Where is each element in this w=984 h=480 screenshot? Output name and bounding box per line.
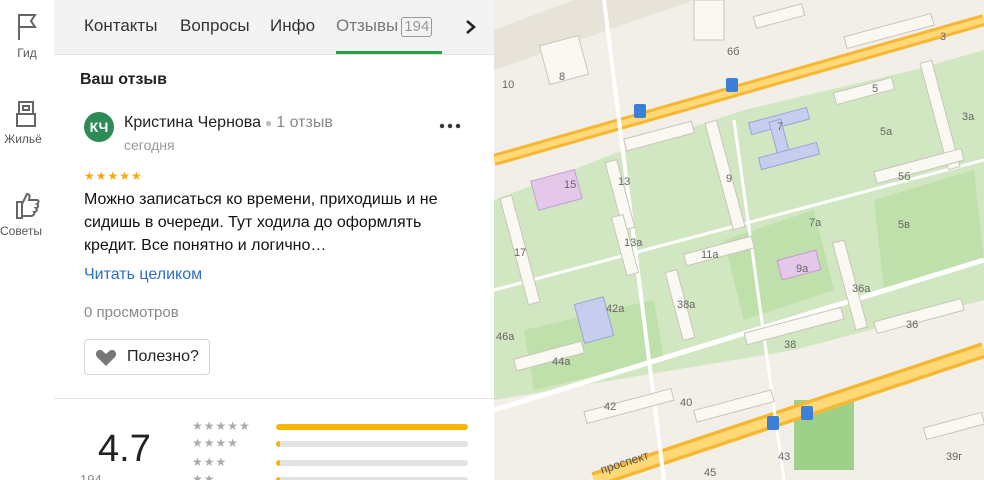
rating-bar-5-stars: ★★★★★ [192, 419, 251, 433]
rating-bar-4-fill [276, 441, 280, 447]
map-label: 3 [940, 31, 946, 43]
rail-label-tips: Советы [0, 224, 42, 238]
map-label: 9а [796, 263, 809, 275]
map-label: 36 [906, 319, 918, 331]
rail-item-housing[interactable]: Жильё [0, 96, 54, 146]
map-label: 38а [677, 299, 696, 311]
map-label: 36а [852, 283, 871, 295]
map-label: 5а [880, 126, 893, 138]
avatar[interactable]: КЧ [84, 112, 114, 142]
map-label: 39г [946, 451, 962, 463]
rail-label-guide: Гид [17, 46, 37, 60]
map-label: 6б [727, 46, 739, 58]
active-tab-indicator [336, 51, 442, 54]
rating-value: 4.7 [98, 428, 151, 470]
tab-reviews-count: 194 [401, 17, 433, 37]
useful-button[interactable]: Полезно? [84, 339, 210, 375]
review-author-line: Кристина Чернова ● 1 отзыв [124, 114, 333, 132]
divider [54, 398, 494, 399]
map-label: 44а [552, 356, 571, 368]
tabs-bar: Контакты Вопросы Инфо Отзывы 194 [54, 0, 494, 55]
tab-questions[interactable]: Вопросы [180, 16, 250, 36]
map-view[interactable]: 6б 3 10 8 5 7 3а 5а 15 13 9 5б 17 7а 5в … [494, 0, 984, 480]
rating-bar-3-fill [276, 460, 280, 466]
map-label: 15 [564, 179, 576, 191]
rating-count: 194 [80, 472, 102, 480]
author-name[interactable]: Кристина Чернова [124, 114, 261, 131]
read-more-link[interactable]: Читать целиком [84, 266, 202, 284]
map-label: 42а [606, 303, 625, 315]
useful-label: Полезно? [127, 348, 199, 365]
rail-item-tips[interactable]: Советы [0, 188, 54, 238]
chevron-right-icon[interactable] [460, 14, 482, 40]
house-icon [16, 101, 36, 127]
map-label: 46а [496, 331, 515, 343]
map-label: 5в [898, 219, 910, 231]
heart-icon [95, 349, 117, 366]
map-label: 45 [704, 467, 716, 479]
map-label: 3а [962, 111, 975, 123]
tab-reviews-label: Отзывы [336, 16, 399, 35]
rating-bar-3-stars: ★★★ [192, 455, 228, 469]
reviews-panel: Контакты Вопросы Инфо Отзывы 194 Ваш отзы… [54, 0, 494, 480]
rail-label-housing: Жильё [4, 132, 42, 146]
map-label: 42 [604, 401, 616, 413]
map-label: 5б [898, 171, 910, 183]
rating-bar-5-fill [276, 424, 468, 430]
map-label: 7 [777, 121, 783, 133]
review-stars: ★★★★★ [84, 169, 143, 183]
views-count: 0 просмотров [84, 304, 179, 321]
map-label: 11а [701, 249, 719, 261]
review-date: сегодня [124, 137, 175, 153]
map-label: 40 [680, 397, 692, 409]
map-canvas[interactable]: 6б 3 10 8 5 7 3а 5а 15 13 9 5б 17 7а 5в … [494, 0, 984, 480]
rating-bar-2-stars: ★★ [192, 472, 216, 480]
map-label: 13а [624, 237, 643, 249]
flag-icon [18, 14, 37, 40]
map-label: 43 [778, 451, 790, 463]
thumbs-up-icon [16, 192, 40, 219]
map-label: 38 [784, 339, 796, 351]
rating-bar-4-stars: ★★★★ [192, 436, 240, 450]
section-title: Ваш отзыв [80, 71, 167, 88]
separator-dot: ● [265, 115, 273, 130]
rail-item-guide[interactable]: Гид [0, 10, 54, 60]
more-options-icon[interactable] [438, 119, 462, 133]
tab-contacts[interactable]: Контакты [84, 16, 157, 36]
map-label: 10 [502, 79, 514, 91]
tab-info[interactable]: Инфо [270, 16, 315, 36]
author-review-count: 1 отзыв [276, 114, 333, 131]
map-label: 13 [618, 176, 630, 188]
tab-reviews[interactable]: Отзывы 194 [336, 16, 433, 37]
map-label: 9 [726, 173, 732, 185]
left-rail: Гид Жильё Советы [0, 0, 55, 480]
map-label: 5 [872, 83, 878, 95]
map-label: 17 [514, 247, 526, 259]
map-label: 7а [809, 217, 822, 229]
review-text: Можно записаться ко времени, приходишь и… [84, 191, 438, 254]
map-label: 8 [559, 71, 565, 83]
